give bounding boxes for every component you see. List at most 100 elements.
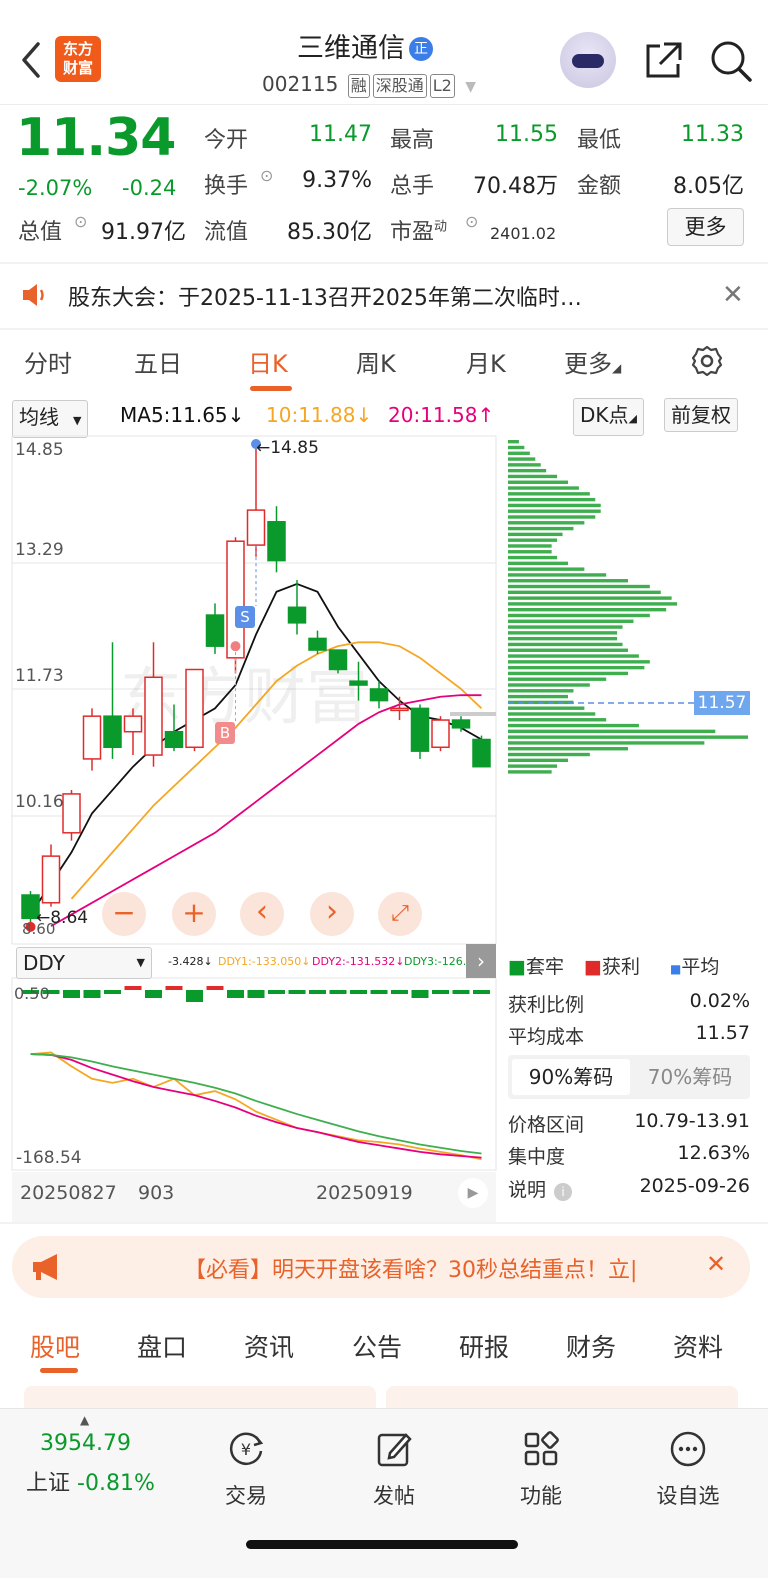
chip-bar	[508, 642, 623, 647]
ddy2-line	[30, 1053, 482, 1159]
tab-forum[interactable]: 股吧	[30, 1328, 80, 1364]
ddy-bar	[329, 990, 347, 994]
chip-bar	[508, 747, 628, 751]
y-tick-label: 10.16	[15, 792, 64, 812]
prev-button[interactable]: ‹	[240, 892, 284, 936]
back-arrow-icon[interactable]	[18, 40, 46, 80]
caret-down-icon[interactable]: ▼	[465, 79, 476, 95]
candle-body	[308, 637, 327, 651]
nav-post[interactable]: 发帖	[344, 1429, 444, 1510]
info-icon: i	[554, 1183, 573, 1201]
info-dots-icon[interactable]: ⊙	[260, 166, 273, 185]
chip-bar	[508, 440, 519, 444]
tab-more[interactable]: 更多◢	[564, 344, 621, 379]
notice-text[interactable]: 股东大会：于2025-11-13召开2025年第二次临时…	[68, 280, 582, 312]
candle-body	[369, 688, 389, 702]
price-range-value: 10.79-13.91	[634, 1110, 750, 1132]
chip-bar	[508, 689, 574, 693]
tab-70-chips[interactable]: 70%筹码	[634, 1059, 746, 1095]
adjust-button[interactable]: 前复权	[664, 398, 738, 432]
ddy-dropdown[interactable]: DDY ▼	[16, 947, 152, 979]
tab-profile[interactable]: 资料	[673, 1328, 723, 1364]
nav-watchlist[interactable]: 设自选	[638, 1429, 738, 1510]
chip-bar	[508, 613, 650, 618]
chip-bar	[508, 718, 607, 722]
zoom-out-button[interactable]: −	[102, 892, 146, 936]
ddy-bar	[411, 990, 429, 998]
more-quote-button[interactable]: 更多	[667, 208, 744, 246]
home-indicator	[246, 1540, 518, 1549]
chip-bar	[508, 463, 541, 467]
chip-bar	[508, 636, 618, 641]
tab-news[interactable]: 资讯	[244, 1328, 294, 1364]
tab-monthly-k[interactable]: 月K	[466, 344, 506, 379]
tab-daily-k[interactable]: 日K	[248, 344, 288, 379]
nav-trade[interactable]: ¥ 交易	[196, 1429, 296, 1510]
candle-body	[410, 707, 430, 752]
candle-body	[328, 649, 348, 671]
tab-timeshare[interactable]: 分时	[24, 344, 72, 379]
chip-range-toggle[interactable]: 90%筹码 70%筹码	[508, 1055, 750, 1099]
tab-five-day[interactable]: 五日	[134, 344, 182, 379]
candle-body	[390, 707, 409, 712]
ddy-top-label: 0.50	[14, 984, 50, 1003]
chip-bar	[508, 619, 634, 623]
ddy-bar	[165, 986, 183, 990]
candle-body	[287, 606, 307, 624]
tab-orderbook[interactable]: 盘口	[137, 1328, 187, 1364]
assistant-avatar[interactable]	[560, 32, 616, 88]
index-value[interactable]: 3954.79	[40, 1431, 131, 1456]
chip-bar	[508, 602, 678, 606]
search-icon[interactable]	[708, 38, 754, 84]
ddy-bar	[104, 990, 121, 994]
date-label: 20250827	[20, 1182, 117, 1204]
tab-announcements[interactable]: 公告	[352, 1328, 402, 1364]
settings-gear-icon[interactable]	[690, 344, 724, 378]
next-button[interactable]: ›	[310, 892, 354, 936]
candle-body	[123, 715, 143, 733]
zoom-in-button[interactable]: +	[172, 892, 216, 936]
change-percent: -2.07%	[18, 176, 93, 200]
y-tick-label: 13.29	[15, 540, 64, 560]
promo-banner[interactable]: 【必看】明天开盘该看啥？30秒总结重点！立| ✕	[12, 1236, 750, 1298]
chip-bar	[508, 492, 590, 496]
y-tick-label: 14.85	[15, 440, 64, 460]
ma10-value: 10:11.88↓	[266, 403, 373, 427]
y-tick-label: 11.73	[15, 666, 64, 686]
tab-research[interactable]: 研报	[459, 1328, 509, 1364]
buy-marker[interactable]: B	[215, 722, 235, 744]
megaphone-icon	[33, 1254, 57, 1280]
nav-functions[interactable]: 功能	[491, 1429, 591, 1510]
tab-90-chips[interactable]: 90%筹码	[512, 1059, 630, 1095]
tab-weekly-k[interactable]: 周K	[356, 344, 396, 379]
avg-cost-tag: 11.57	[694, 691, 750, 715]
ddy-bar	[473, 990, 490, 994]
chip-bar	[508, 567, 585, 571]
chip-bar	[508, 526, 574, 531]
buy-point-dot	[230, 641, 241, 652]
close-icon[interactable]: ✕	[722, 280, 744, 310]
chip-bar	[508, 694, 568, 699]
candle-body	[451, 719, 471, 729]
share-icon[interactable]	[642, 40, 684, 82]
change-amount: -0.24	[122, 176, 177, 200]
sell-marker[interactable]: S	[235, 606, 255, 628]
index-change[interactable]: 上证 -0.81%	[26, 1465, 155, 1497]
chip-bar	[508, 631, 618, 635]
play-icon[interactable]: ▶	[458, 1178, 488, 1208]
banner-close-icon[interactable]: ✕	[706, 1250, 726, 1278]
tab-finance[interactable]: 财务	[566, 1328, 616, 1364]
info-dots-icon[interactable]: ⊙	[74, 212, 87, 231]
fullscreen-button[interactable]: ⤢	[378, 892, 422, 936]
bottom-nav: ▲ 3954.79 上证 -0.81% ¥ 交易 发帖 功能 设自选	[0, 1408, 768, 1578]
low-value: 11.33	[681, 122, 744, 147]
chip-bar	[508, 671, 628, 676]
chip-bar	[508, 445, 525, 450]
expand-arrow-icon[interactable]: ›	[466, 944, 496, 978]
stock-title: 三维通信正	[200, 26, 530, 65]
info-dots-icon[interactable]: ⊙	[465, 212, 478, 231]
edit-icon	[377, 1433, 412, 1467]
ddy-value: -3.428↓	[168, 955, 213, 968]
chip-bar	[508, 474, 558, 479]
active-tab-underline	[40, 1368, 78, 1373]
